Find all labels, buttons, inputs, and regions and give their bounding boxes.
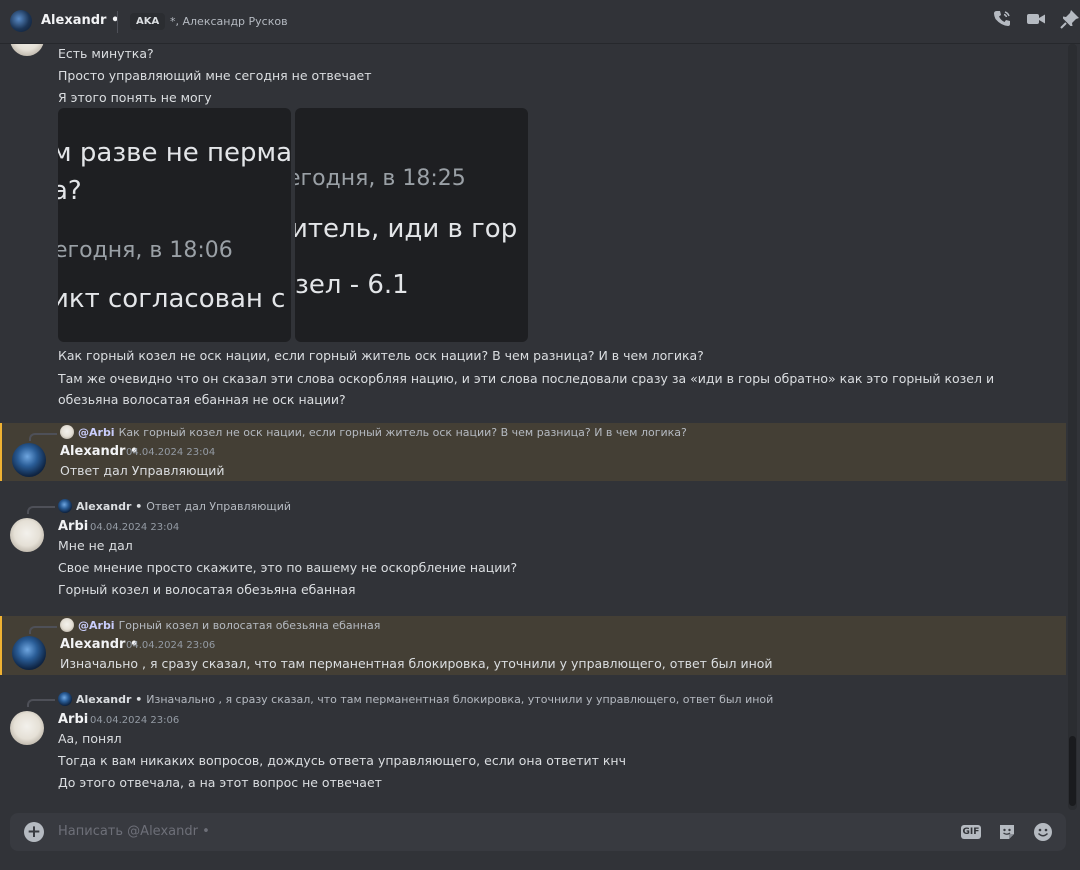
message-line: Мне не дал — [58, 538, 133, 553]
message-item[interactable]: @Arbi Горный козел и волосатая обезьяна … — [0, 616, 1066, 675]
composer-tools: GIF — [960, 821, 1054, 843]
aka-names: *, Александр Русков — [170, 15, 288, 28]
reply-author[interactable]: Alexandr • — [76, 693, 142, 706]
gif-icon[interactable]: GIF — [960, 821, 982, 843]
message-line: Как горный козел не оск нации, если горн… — [58, 348, 704, 363]
image-text: икт согласован с — [58, 284, 286, 314]
sticker-icon[interactable] — [996, 821, 1018, 843]
reply-avatar — [58, 499, 72, 513]
message-composer[interactable]: + Написать @Alexandr • GIF — [10, 813, 1066, 851]
reply-text: Горный козел и волосатая обезьяна ебанна… — [118, 618, 381, 632]
message-timestamp: 04.04.2024 23:04 — [90, 522, 180, 533]
message-line: Есть минутка? — [58, 46, 154, 61]
image-text: егодня, в 18:25 — [295, 166, 466, 191]
image-text: м разве не перман — [58, 138, 291, 168]
message-timestamp: 04.04.2024 23:04 — [126, 447, 216, 458]
message-line: Горный козел и волосатая обезьяна ебанна… — [58, 582, 356, 597]
message-author[interactable]: Arbi — [58, 712, 88, 727]
reply-preview[interactable]: @Arbi Как горный козел не оск нации, есл… — [60, 425, 687, 439]
header-toolbar — [992, 9, 1080, 29]
header-divider — [117, 11, 118, 33]
message-timestamp: 04.04.2024 23:06 — [126, 640, 216, 651]
avatar[interactable] — [10, 44, 44, 56]
image-attachment[interactable]: м разве не перман а? егодня, в 18:06 икт… — [58, 108, 291, 342]
reply-avatar — [60, 425, 74, 439]
message-line: Свое мнение просто скажите, это по вашем… — [58, 560, 518, 575]
message-list: Есть минутка? Просто управляющий мне сег… — [0, 44, 1080, 810]
pin-icon[interactable] — [1060, 9, 1080, 29]
message-line: Там же очевидно что он сказал эти слова … — [58, 371, 995, 407]
message-item[interactable]: Alexandr • Изначально , я сразу сказал, … — [0, 689, 1066, 799]
message-timestamp: 04.04.2024 23:06 — [90, 715, 180, 726]
phone-call-icon[interactable] — [992, 9, 1012, 29]
image-text: а? — [58, 176, 82, 206]
reply-author[interactable]: Alexandr • — [76, 500, 142, 513]
reply-text: Как горный козел не оск нации, если горн… — [118, 425, 687, 439]
image-text: егодня, в 18:06 — [58, 238, 233, 263]
image-attachment[interactable]: егодня, в 18:25 итель, иди в гор зел - 6… — [295, 108, 528, 342]
channel-header: Alexandr • AKA *, Александр Русков — [0, 0, 1080, 44]
image-text: зел - 6.1 — [295, 270, 409, 300]
message-line: Тогда к вам никаких вопросов, дождусь от… — [58, 753, 626, 768]
message-line: Просто управляющий мне сегодня не отвеча… — [58, 68, 372, 83]
reply-preview[interactable]: Alexandr • Изначально , я сразу сказал, … — [58, 692, 773, 706]
message-line: Аа, понял — [58, 731, 122, 746]
message-line: Изначально , я сразу сказал, что там пер… — [60, 656, 773, 671]
message-input[interactable]: Написать @Alexandr • — [58, 824, 210, 839]
message-line: До этого отвечала, а на этот вопрос не о… — [58, 775, 382, 790]
message-author[interactable]: Arbi — [58, 519, 88, 534]
gif-label: GIF — [960, 825, 982, 839]
message-line: Я этого понять не могу — [58, 90, 212, 105]
dm-user-name[interactable]: Alexandr • — [41, 13, 119, 28]
image-attachments: м разве не перман а? егодня, в 18:06 икт… — [58, 108, 528, 342]
reply-preview[interactable]: Alexandr • Ответ дал Управляющий — [58, 499, 291, 513]
add-attachment-icon[interactable]: + — [24, 822, 44, 842]
reply-avatar — [58, 692, 72, 706]
reply-avatar — [60, 618, 74, 632]
reply-text: Ответ дал Управляющий — [146, 499, 292, 513]
message-item[interactable]: Alexandr • Ответ дал Управляющий Arbi 04… — [0, 496, 1066, 604]
image-text: итель, иди в гор — [295, 214, 518, 244]
avatar[interactable] — [10, 711, 44, 745]
reply-preview[interactable]: @Arbi Горный козел и волосатая обезьяна … — [60, 618, 380, 632]
avatar[interactable] — [12, 636, 46, 670]
avatar[interactable] — [10, 518, 44, 552]
message-line: Ответ дал Управляющий — [60, 463, 225, 478]
avatar[interactable] — [12, 443, 46, 477]
emoji-icon[interactable] — [1032, 821, 1054, 843]
aka-badge: AKA — [130, 13, 166, 30]
dm-user-avatar[interactable] — [10, 10, 32, 32]
reply-author[interactable]: @Arbi — [78, 619, 115, 632]
video-call-icon[interactable] — [1026, 9, 1046, 29]
message-item[interactable]: @Arbi Как горный козел не оск нации, есл… — [0, 423, 1066, 481]
reply-text: Изначально , я сразу сказал, что там пер… — [146, 692, 774, 706]
reply-author[interactable]: @Arbi — [78, 426, 115, 439]
